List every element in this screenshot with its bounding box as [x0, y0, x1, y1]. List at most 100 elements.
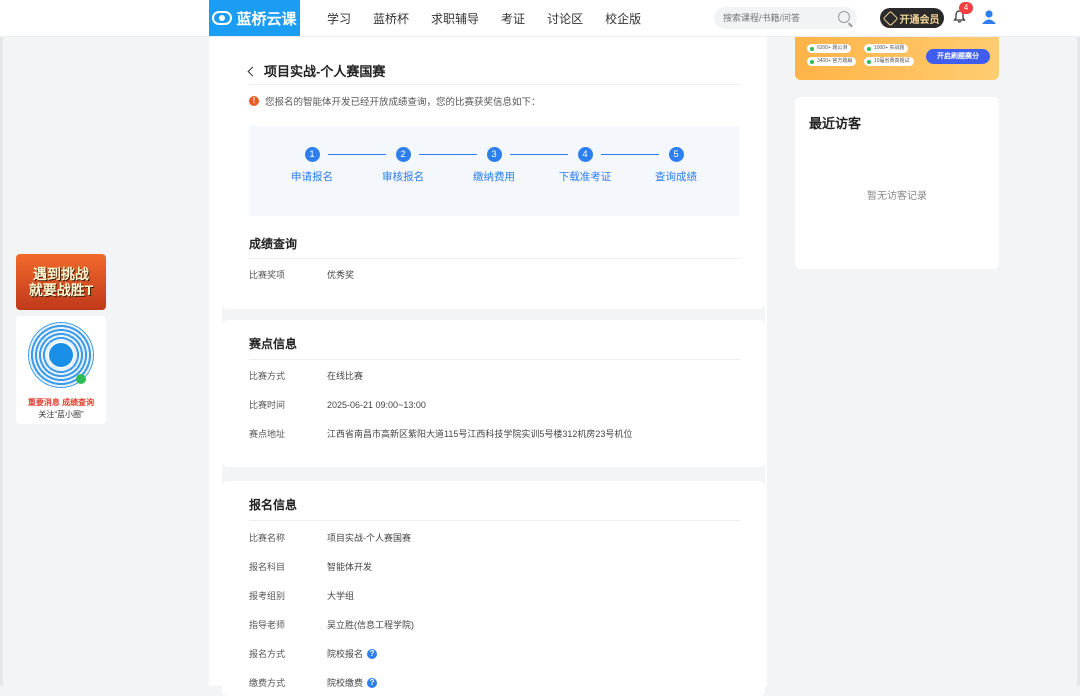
notification-badge: 4: [959, 2, 973, 14]
info-row: 缴费方式 院校缴费?: [249, 676, 378, 689]
row-key: 赛点地址: [249, 429, 286, 439]
chevron-left-icon: [247, 66, 258, 77]
section-title-signup: 报名信息: [249, 498, 298, 512]
divider: [249, 359, 741, 360]
main-nav: 学习 蓝桥杯 求职辅导 考证 讨论区 校企版: [327, 0, 663, 36]
row-key: 比赛方式: [249, 371, 286, 381]
result-card: 项目实战-个人赛国赛 ! 您报名的智能体开发已经开放成绩查询，您的比赛获奖信息如…: [222, 37, 765, 309]
row-value: 吴立胜(信息工程学院): [327, 620, 414, 630]
banner-pill: 10届省赛真题试: [864, 57, 914, 66]
signup-card: 报名信息 比赛名称 项目实战-个人赛国赛 报名科目 智能体开发 报考组别 大学组…: [222, 481, 765, 696]
step-number: 4: [577, 147, 593, 162]
row-key: 报名方式: [249, 649, 286, 659]
step-payment: 3 缴纳费用: [464, 147, 524, 184]
row-value-text: 院校缴费: [327, 678, 364, 688]
info-row: 报名方式 院校报名?: [249, 647, 378, 660]
step-label: 查询成绩: [655, 171, 697, 183]
left-scroll-gutter: [0, 37, 3, 686]
row-key: 比赛奖项: [249, 270, 286, 280]
section-title-venue: 赛点信息: [249, 337, 298, 351]
row-value: 院校缴费?: [327, 676, 378, 689]
section-title-score: 成绩查询: [249, 237, 298, 251]
row-value: 江西省南昌市高新区紫阳大道115号江西科技学院实训5号楼312机房23号机位: [327, 429, 633, 439]
info-row: 指导老师 吴立胜(信息工程学院): [249, 618, 414, 631]
search-icon[interactable]: [838, 11, 850, 23]
vip-label: 开通会员: [899, 14, 940, 26]
step-label: 缴纳费用: [473, 171, 515, 183]
info-row: 报名科目 智能体开发: [249, 560, 372, 573]
vip-icon: [882, 10, 898, 26]
row-value: 优秀奖: [327, 270, 355, 280]
row-key: 缴费方式: [249, 678, 286, 688]
recent-visitors-card: 最近访客 暂无访客记录: [795, 97, 999, 269]
step-label: 申请报名: [291, 171, 333, 183]
nav-item-learn[interactable]: 学习: [327, 10, 351, 27]
step-number: 2: [395, 147, 411, 162]
step-admission-ticket: 4 下载准考证: [555, 147, 615, 184]
nav-item-forum[interactable]: 讨论区: [547, 10, 583, 27]
search-input[interactable]: [714, 7, 833, 29]
divider: [249, 84, 741, 85]
nav-item-lanqiao-cup[interactable]: 蓝桥杯: [373, 10, 409, 27]
wechat-icon: [76, 374, 86, 384]
logo-text: 蓝桥云课: [236, 10, 297, 28]
venue-card: 赛点信息 比赛方式 在线比赛 比赛时间 2025-06-21 09:00~13:…: [222, 320, 765, 467]
vip-button[interactable]: 开通会员: [880, 8, 944, 28]
row-key: 指导老师: [249, 620, 286, 630]
step-review: 2 审核报名: [373, 147, 433, 184]
main-column-bg: [209, 37, 222, 686]
practice-banner[interactable]: 6200+ 题公测 1000+ 实战题 3400+ 官方题解 10届省赛真题试 …: [795, 37, 999, 80]
row-value-text: 院校报名: [327, 649, 364, 659]
nav-item-cert[interactable]: 考证: [501, 10, 525, 27]
warning-icon: !: [249, 96, 259, 106]
row-value: 智能体开发: [327, 562, 373, 572]
help-icon[interactable]: ?: [367, 648, 378, 659]
row-value: 大学组: [327, 591, 355, 601]
qr-caption: 关注“蓝小圈”: [38, 410, 84, 419]
row-value: 院校报名?: [327, 647, 378, 660]
row-key: 报考组别: [249, 591, 286, 601]
divider: [249, 520, 741, 521]
main-column-edge: [765, 37, 767, 686]
divider: [249, 258, 741, 259]
qr-code-image: [28, 322, 94, 388]
banner-pill: 1000+ 实战题: [864, 44, 909, 53]
promo-banner[interactable]: 遇到挑战 就要战胜T: [16, 254, 106, 310]
row-key: 比赛时间: [249, 400, 286, 410]
step-score: 5 查询成绩: [646, 147, 706, 184]
help-icon[interactable]: ?: [367, 677, 378, 688]
info-row: 比赛名称 项目实战-个人赛国赛: [249, 531, 411, 544]
step-label: 审核报名: [382, 171, 424, 183]
qr-code-card[interactable]: 重要消息 成绩查询 关注“蓝小圈”: [16, 316, 106, 424]
qr-caption-highlight: 重要消息 成绩查询: [27, 398, 95, 407]
visitors-title: 最近访客: [809, 116, 862, 131]
row-value: 项目实战-个人赛国赛: [327, 533, 411, 543]
promo-line1: 遇到挑战: [33, 266, 89, 282]
row-key: 比赛名称: [249, 533, 286, 543]
logo-icon: [212, 11, 233, 25]
notice-bar: ! 您报名的智能体开发已经开放成绩查询，您的比赛获奖信息如下：: [249, 94, 541, 108]
back-button[interactable]: 项目实战-个人赛国赛: [247, 61, 386, 80]
site-logo[interactable]: 蓝桥云课: [209, 0, 300, 36]
start-practice-button[interactable]: 开启刷题赛分: [926, 49, 990, 64]
info-row: 比赛方式 在线比赛: [249, 369, 363, 382]
step-label: 下载准考证: [558, 171, 612, 183]
step-number: 1: [304, 147, 320, 162]
notice-text: 您报名的智能体开发已经开放成绩查询，您的比赛获奖信息如下：: [265, 97, 541, 108]
step-number: 5: [668, 147, 684, 162]
info-row: 比赛时间 2025-06-21 09:00~13:00: [249, 398, 426, 411]
visitors-empty-text: 暂无访客记录: [867, 191, 927, 202]
user-avatar-icon[interactable]: [980, 8, 998, 26]
row-key: 报名科目: [249, 562, 286, 572]
step-apply: 1 申请报名: [282, 147, 342, 184]
row-value: 2025-06-21 09:00~13:00: [327, 399, 426, 410]
info-row: 报考组别 大学组: [249, 589, 354, 602]
nav-item-career[interactable]: 求职辅导: [431, 10, 479, 27]
page-title: 项目实战-个人赛国赛: [264, 64, 386, 79]
info-row: 比赛奖项 优秀奖: [249, 268, 354, 281]
nav-item-enterprise[interactable]: 校企版: [605, 10, 641, 27]
promo-line2: 就要战胜T: [28, 282, 94, 298]
row-value: 在线比赛: [327, 371, 364, 381]
info-row: 赛点地址 江西省南昌市高新区紫阳大道115号江西科技学院实训5号楼312机房23…: [249, 427, 632, 440]
qr-logo-icon: [47, 341, 75, 369]
